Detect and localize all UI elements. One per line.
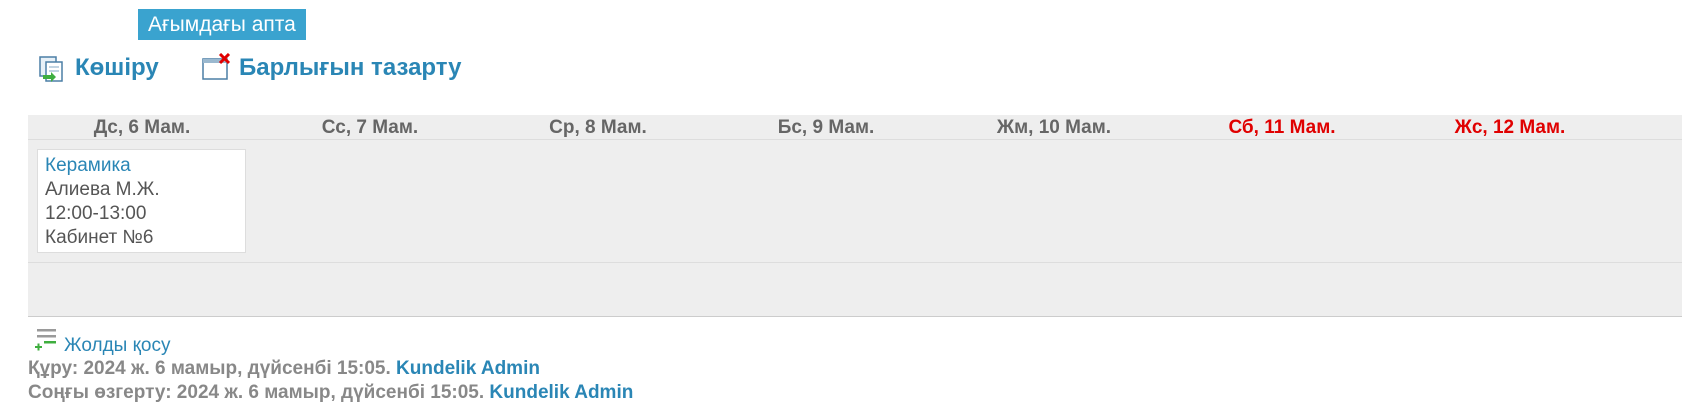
schedule-grid: Дс, 6 Мам. Сс, 7 Мам. Ср, 8 Мам. Бс, 9 М… (28, 115, 1682, 317)
lesson-card[interactable]: Керамика Алиева М.Ж. 12:00-13:00 Кабинет… (37, 149, 246, 253)
day-header-wed: Ср, 8 Мам. (549, 117, 647, 138)
days-header: Дс, 6 Мам. Сс, 7 Мам. Ср, 8 Мам. Бс, 9 М… (28, 115, 1682, 140)
created-info: Құру: 2024 ж. 6 мамыр, дүйсенбі 15:05. K… (28, 358, 540, 380)
lesson-teacher: Алиева М.Ж. (45, 179, 160, 200)
copy-label: Көшіру (75, 54, 159, 81)
modified-info: Соңғы өзгерту: 2024 ж. 6 мамыр, дүйсенбі… (28, 382, 633, 404)
day-header-sun: Жс, 12 Мам. (1454, 117, 1566, 138)
lesson-time: 12:00-13:00 (45, 203, 147, 224)
row-divider (28, 262, 1682, 263)
modified-by-link[interactable]: Kundelik Admin (489, 382, 633, 403)
day-header-fri: Жм, 10 Мам. (996, 117, 1112, 138)
created-label: Құру: 2024 ж. 6 мамыр, дүйсенбі 15:05. (28, 358, 391, 379)
clear-all-button[interactable]: Барлығын тазарту (201, 50, 461, 86)
day-header-mon: Дс, 6 Мам. (93, 117, 191, 138)
copy-icon (37, 53, 67, 83)
clear-all-label: Барлығын тазарту (239, 54, 462, 81)
add-row-icon (34, 327, 58, 357)
add-row-label: Жолды қосу (64, 335, 171, 356)
created-by-link[interactable]: Kundelik Admin (396, 358, 540, 379)
day-header-tue: Сс, 7 Мам. (321, 117, 419, 138)
add-row-button[interactable]: Жолды қосу (34, 323, 170, 357)
day-header-thu: Бс, 9 Мам. (777, 117, 875, 138)
lesson-room: Кабинет №6 (45, 227, 154, 248)
copy-button[interactable]: Көшіру (37, 50, 159, 86)
current-week-button[interactable]: Ағымдағы апта (138, 9, 306, 40)
lesson-subject-link[interactable]: Керамика (45, 154, 245, 178)
modified-label: Соңғы өзгерту: 2024 ж. 6 мамыр, дүйсенбі… (28, 382, 485, 403)
grid-bottom-border (28, 316, 1682, 317)
day-header-sat: Сб, 11 Мам. (1228, 117, 1336, 138)
clear-all-icon (201, 52, 231, 83)
